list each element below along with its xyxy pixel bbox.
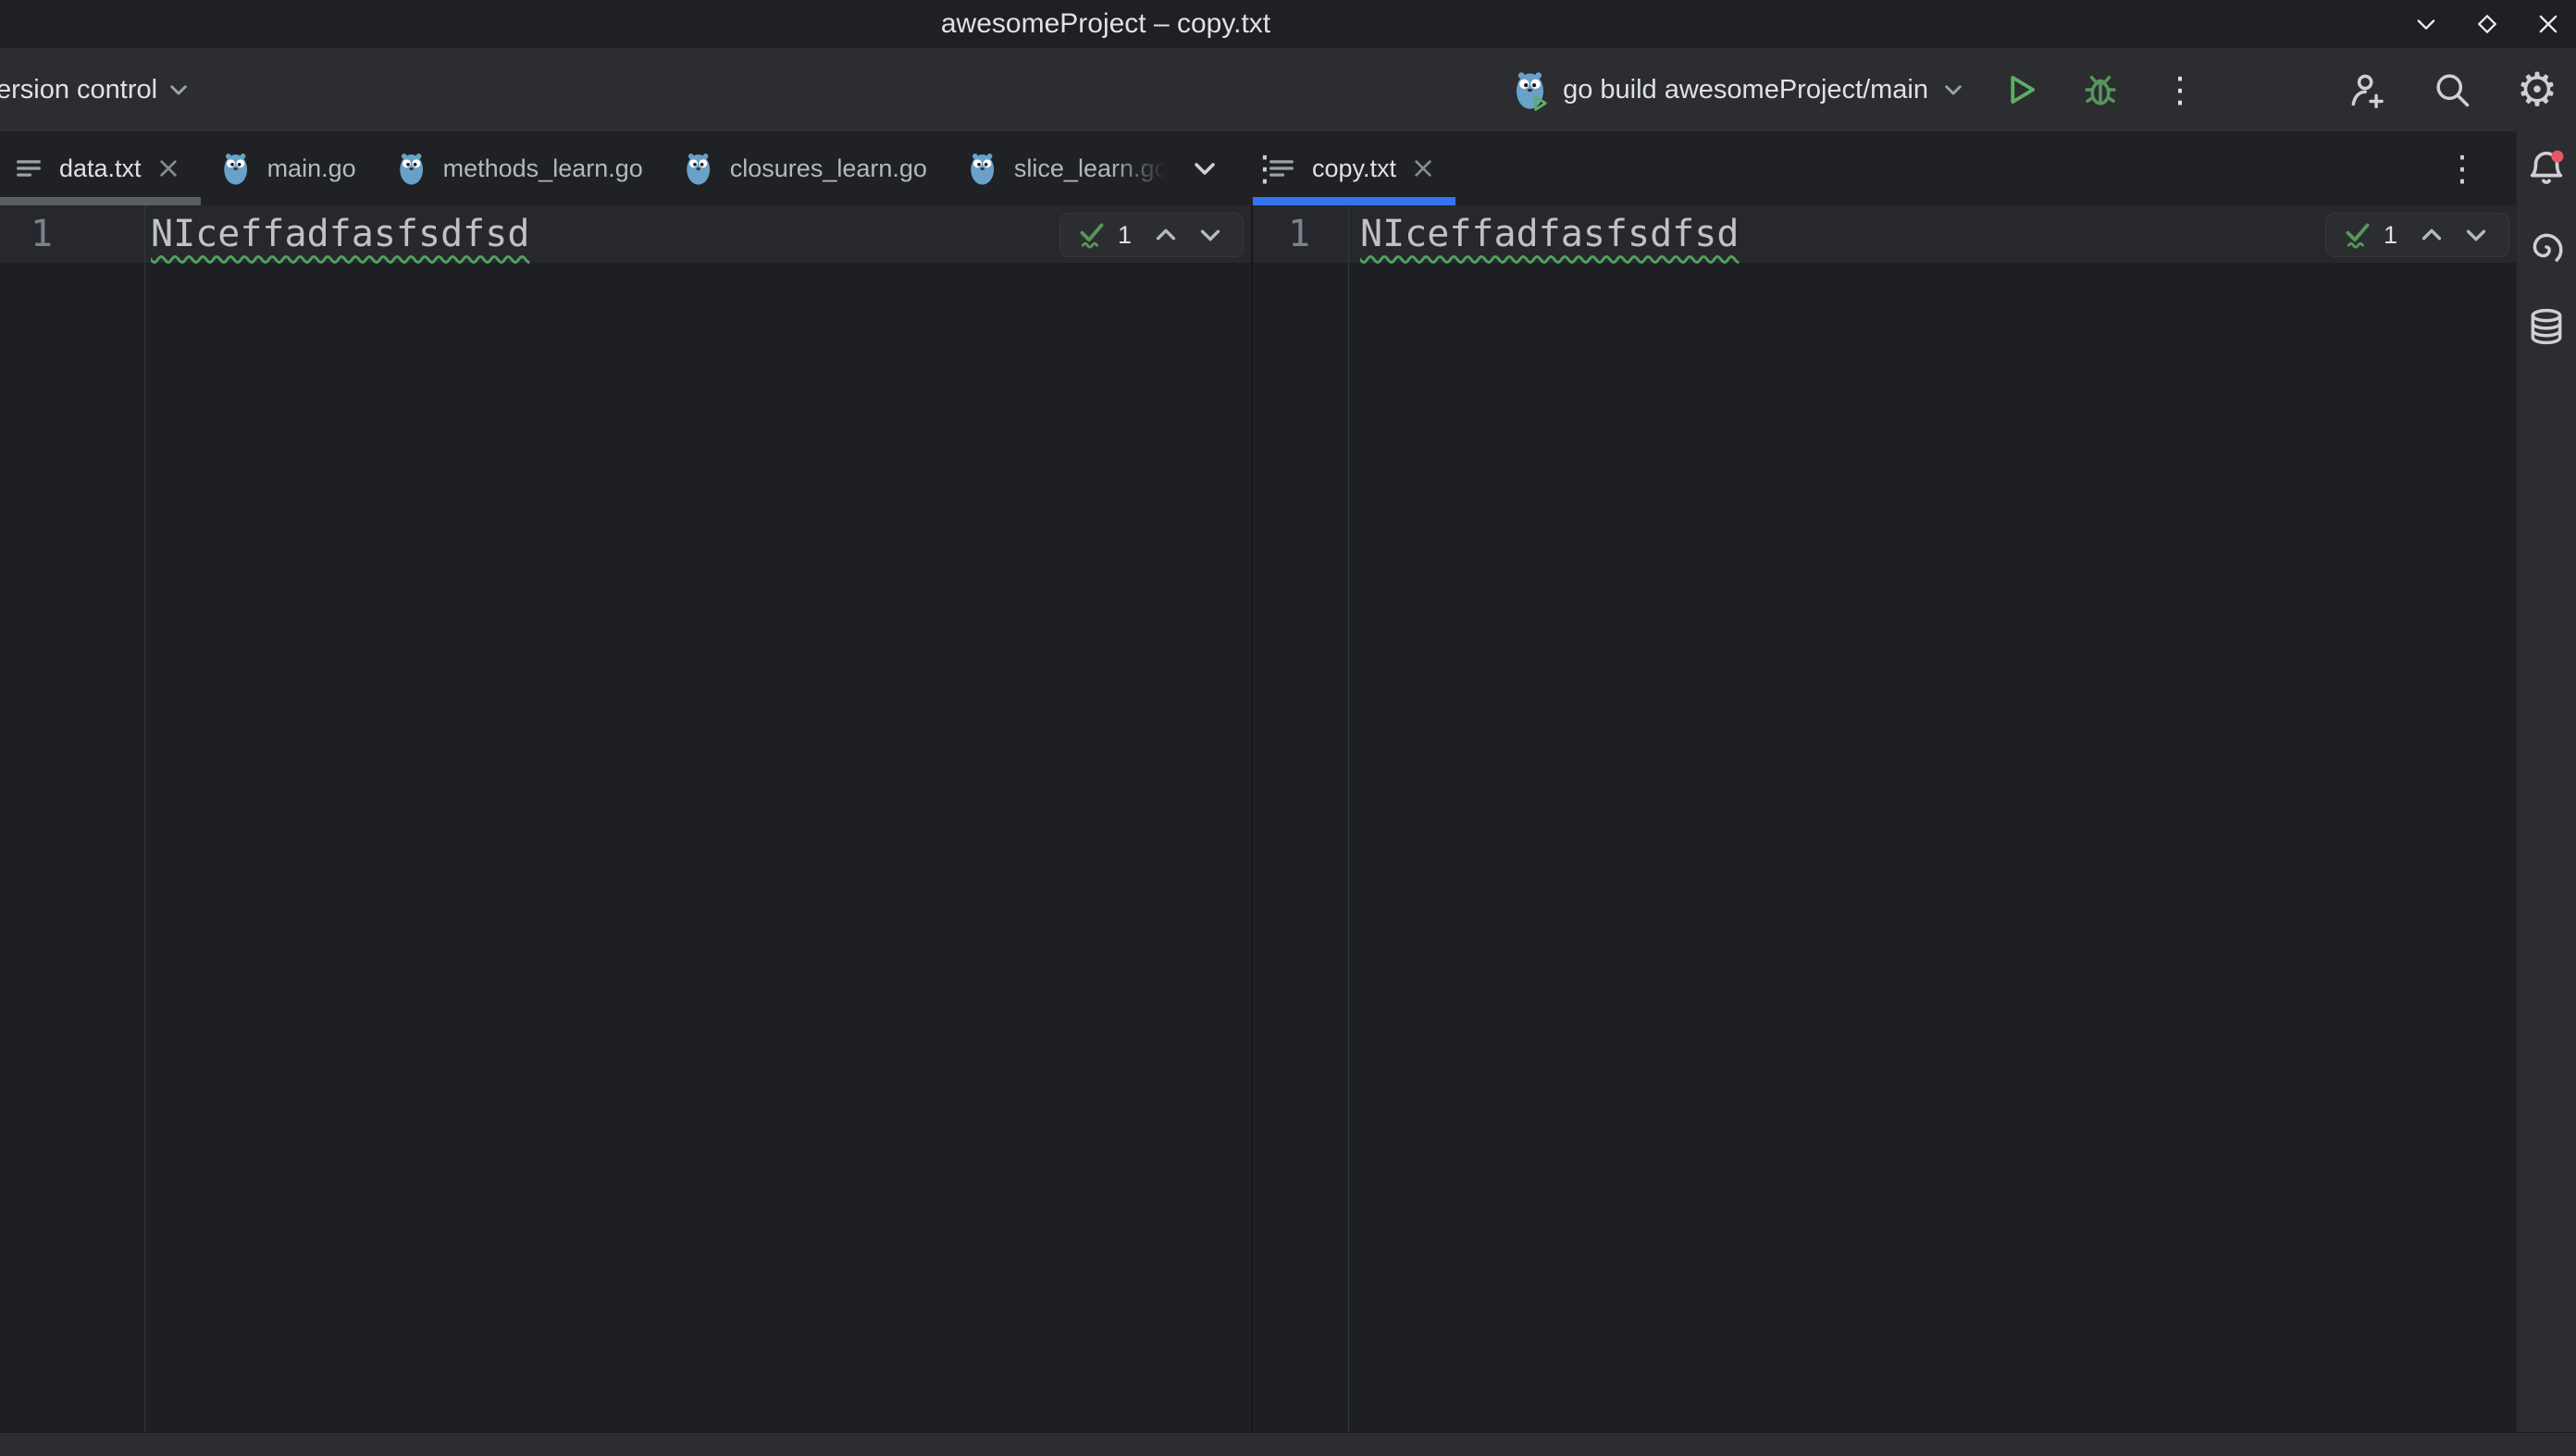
close-icon xyxy=(2535,11,2561,37)
window-maximize-button[interactable] xyxy=(2469,6,2506,43)
bug-icon xyxy=(2081,70,2120,109)
vcs-label: ersion control xyxy=(0,75,157,105)
tab-data-txt[interactable]: data.txt xyxy=(0,131,201,205)
more-actions-button[interactable]: ⋮ xyxy=(2156,66,2204,114)
text-file-icon xyxy=(13,153,44,184)
code-with-me-button[interactable] xyxy=(2343,66,2391,114)
tab-group-right: copy.txt ⋮ xyxy=(1253,131,2576,205)
next-problem-button[interactable] xyxy=(1193,217,1228,253)
text-file-icon xyxy=(1266,153,1297,184)
go-gopher-icon xyxy=(968,150,999,187)
tab-slice-learn-go[interactable]: slice_learn.go xyxy=(947,131,1190,205)
tab-copy-txt[interactable]: copy.txt xyxy=(1253,131,1455,205)
chevron-down-icon xyxy=(1941,78,1965,102)
tab-closures-learn-go[interactable]: closures_learn.go xyxy=(663,131,947,205)
close-icon[interactable] xyxy=(156,156,180,180)
status-bar xyxy=(0,1432,2576,1456)
tab-underline xyxy=(1253,197,1455,205)
typo-check-icon xyxy=(2341,218,2374,252)
chevron-down-icon xyxy=(167,78,191,102)
gear-icon: ⚙ xyxy=(2517,67,2558,113)
gutter-border xyxy=(144,205,145,1432)
kebab-menu-icon: ⋮ xyxy=(2162,72,2198,107)
code-text: NIceffadfasfsdfsd xyxy=(151,213,529,255)
editor-tabbar: data.txt main.go xyxy=(0,131,2576,205)
next-problem-button[interactable] xyxy=(2458,217,2494,253)
ai-assistant-button[interactable] xyxy=(2525,226,2568,268)
tab-label: main.go xyxy=(267,154,356,183)
run-configuration-label: go build awesomeProject/main xyxy=(1563,75,1928,105)
show-hidden-tabs-button[interactable] xyxy=(1190,154,1220,183)
inspection-count: 1 xyxy=(2384,221,2397,250)
window-title: awesomeProject – copy.txt xyxy=(941,0,1270,48)
ai-swirl-icon xyxy=(2527,228,2566,266)
window-controls xyxy=(2408,0,2567,48)
editor-pane-left[interactable]: 1 NIceffadfasfsdfsd 1 xyxy=(0,205,1251,1432)
debug-button[interactable] xyxy=(2076,66,2124,114)
toolbar-actions: go build awesomeProject/main xyxy=(1513,48,2576,131)
tab-group-left: data.txt main.go xyxy=(0,131,1251,205)
go-gopher-icon xyxy=(397,150,428,187)
database-button[interactable] xyxy=(2525,305,2568,348)
tab-main-go[interactable]: main.go xyxy=(201,131,377,205)
main-toolbar: ersion control go build awesomePr xyxy=(0,48,2576,131)
database-icon xyxy=(2526,306,2567,347)
go-gopher-icon xyxy=(684,150,715,187)
tab-options-kebab-icon[interactable]: ⋮ xyxy=(2445,151,2480,186)
run-button[interactable] xyxy=(1997,66,2045,114)
ide-window: awesomeProject – copy.txt ersion control xyxy=(0,0,2576,1456)
window-close-button[interactable] xyxy=(2530,6,2567,43)
play-icon xyxy=(2001,70,2040,109)
typo-check-icon xyxy=(1075,218,1108,252)
editor-pane-right[interactable]: 1 NIceffadfasfsdfsd 1 xyxy=(1253,205,2517,1432)
tab-underline xyxy=(0,197,201,205)
inspections-widget: 1 xyxy=(1059,213,1244,257)
inspection-count: 1 xyxy=(1118,221,1132,250)
inspections-widget: 1 xyxy=(2325,213,2509,257)
search-icon xyxy=(2432,69,2472,110)
notifications-button[interactable] xyxy=(2525,146,2568,189)
tab-label: methods_learn.go xyxy=(443,154,643,183)
previous-problem-button[interactable] xyxy=(1148,217,1183,253)
tab-label: slice_learn.go xyxy=(1014,154,1170,183)
diamond-icon xyxy=(2474,11,2500,37)
editor-split-area: 1 NIceffadfasfsdfsd 1 xyxy=(0,205,2517,1432)
code-text: NIceffadfasfsdfsd xyxy=(1360,213,1739,255)
add-user-icon xyxy=(2347,69,2387,110)
window-minimize-button[interactable] xyxy=(2408,6,2445,43)
previous-problem-button[interactable] xyxy=(2414,217,2449,253)
vcs-widget[interactable]: ersion control xyxy=(0,48,191,131)
tab-label: data.txt xyxy=(59,154,142,183)
line-number: 1 xyxy=(0,213,144,255)
chevron-down-icon xyxy=(2413,11,2439,37)
bell-icon xyxy=(2525,146,2568,189)
tab-methods-learn-go[interactable]: methods_learn.go xyxy=(377,131,663,205)
window-titlebar: awesomeProject – copy.txt xyxy=(0,0,2576,48)
right-toolwindow-stripe xyxy=(2517,131,2576,1456)
tab-label: closures_learn.go xyxy=(730,154,927,183)
go-gopher-icon xyxy=(221,150,253,187)
settings-button[interactable]: ⚙ xyxy=(2513,66,2561,114)
tab-label: copy.txt xyxy=(1312,154,1396,183)
run-configuration-selector[interactable]: go build awesomeProject/main xyxy=(1513,68,1965,111)
line-number: 1 xyxy=(1253,213,1348,255)
search-everywhere-button[interactable] xyxy=(2428,66,2476,114)
go-gopher-run-icon xyxy=(1513,68,1550,111)
close-icon[interactable] xyxy=(1411,156,1435,180)
gutter-border xyxy=(1348,205,1349,1432)
